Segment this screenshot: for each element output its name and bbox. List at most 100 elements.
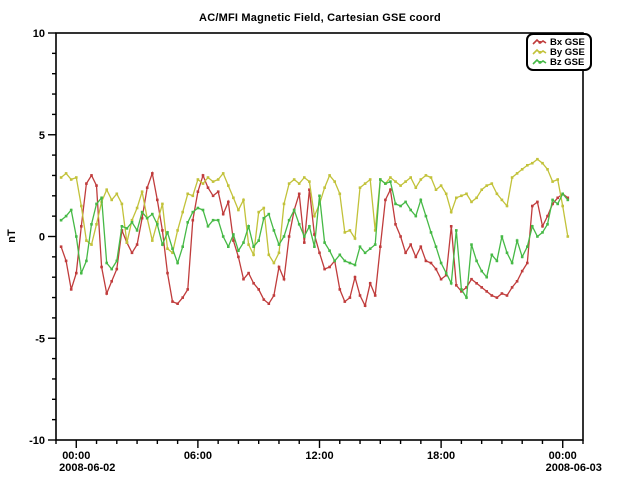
data-point-marker	[100, 266, 103, 269]
data-point-marker	[85, 260, 88, 263]
series-bz-gse	[60, 178, 569, 299]
data-point-marker	[85, 239, 88, 242]
data-point-marker	[323, 268, 326, 271]
y-tick-label: -10	[29, 435, 45, 447]
data-point-marker	[176, 262, 179, 265]
data-point-marker	[344, 231, 347, 234]
data-point-marker	[389, 188, 392, 191]
data-point-marker	[186, 288, 189, 291]
chart-canvas: 1050-5-1000:002008-06-0206:0012:0018:000…	[0, 0, 640, 480]
data-point-marker	[161, 243, 164, 246]
data-point-marker	[227, 245, 230, 248]
data-point-marker	[95, 223, 98, 226]
data-point-marker	[131, 221, 134, 224]
x-date-label: 2008-06-02	[59, 462, 115, 474]
data-point-marker	[60, 245, 63, 248]
data-point-marker	[516, 172, 519, 175]
data-point-marker	[354, 237, 357, 240]
data-point-marker	[379, 245, 382, 248]
data-point-marker	[110, 280, 113, 283]
data-point-marker	[460, 288, 463, 291]
data-point-marker	[105, 292, 108, 295]
data-point-marker	[450, 225, 453, 228]
data-point-marker	[75, 272, 78, 275]
data-point-marker	[308, 180, 311, 183]
data-point-marker	[227, 201, 230, 204]
data-point-marker	[192, 195, 195, 198]
data-point-marker	[303, 176, 306, 179]
data-point-marker	[480, 188, 483, 191]
data-point-marker	[110, 199, 113, 202]
data-point-marker	[278, 266, 281, 269]
data-point-marker	[80, 225, 83, 228]
data-point-marker	[339, 288, 342, 291]
data-point-marker	[110, 268, 113, 271]
data-point-marker	[344, 260, 347, 263]
y-tick-label: 5	[39, 130, 45, 142]
x-date-label: 2008-06-03	[546, 462, 602, 474]
data-point-marker	[141, 211, 144, 214]
data-point-marker	[222, 213, 225, 216]
data-point-marker	[75, 235, 78, 238]
data-point-marker	[409, 209, 412, 212]
data-point-marker	[359, 245, 362, 248]
data-point-marker	[313, 215, 316, 218]
x-tick-label: 00:00	[62, 450, 90, 462]
data-point-marker	[485, 276, 488, 279]
data-point-marker	[303, 241, 306, 244]
data-point-marker	[485, 290, 488, 293]
data-point-marker	[263, 217, 266, 220]
data-point-marker	[430, 176, 433, 179]
data-point-marker	[516, 280, 519, 283]
data-point-marker	[551, 199, 554, 202]
data-point-marker	[60, 176, 63, 179]
y-tick-label: -5	[35, 333, 45, 345]
data-point-marker	[293, 178, 296, 181]
data-point-marker	[389, 180, 392, 183]
data-point-marker	[328, 174, 331, 177]
data-point-marker	[475, 197, 478, 200]
data-point-marker	[318, 252, 321, 255]
data-point-marker	[217, 178, 220, 181]
data-point-marker	[501, 199, 504, 202]
data-point-marker	[247, 243, 250, 246]
data-point-marker	[440, 262, 443, 265]
data-point-marker	[531, 205, 534, 208]
data-point-marker	[404, 252, 407, 255]
data-point-marker	[298, 223, 301, 226]
plot-border	[56, 33, 583, 440]
series-bx-gse	[60, 172, 569, 307]
data-point-marker	[298, 193, 301, 196]
data-point-marker	[166, 272, 169, 275]
data-point-marker	[556, 203, 559, 206]
data-point-marker	[541, 225, 544, 228]
data-point-marker	[197, 178, 200, 181]
data-point-marker	[359, 294, 362, 297]
data-point-marker	[156, 223, 159, 226]
data-point-marker	[105, 262, 108, 265]
data-point-marker	[136, 243, 139, 246]
data-point-marker	[95, 184, 98, 187]
data-point-marker	[339, 193, 342, 196]
data-point-marker	[283, 235, 286, 238]
data-point-marker	[313, 245, 316, 248]
data-point-marker	[222, 235, 225, 238]
data-point-marker	[369, 178, 372, 181]
data-point-marker	[470, 243, 473, 246]
x-tick-label: 00:00	[549, 450, 577, 462]
data-point-marker	[379, 178, 382, 181]
data-point-marker	[359, 186, 362, 189]
data-point-marker	[100, 197, 103, 200]
data-point-marker	[161, 229, 164, 232]
data-point-marker	[202, 182, 205, 185]
data-point-marker	[212, 180, 215, 183]
data-point-marker	[399, 184, 402, 187]
data-point-marker	[394, 223, 397, 226]
data-point-marker	[207, 186, 210, 189]
data-point-marker	[202, 174, 205, 177]
data-point-marker	[141, 190, 144, 193]
data-point-marker	[369, 247, 372, 250]
legend-label-bz: Bz GSE	[550, 57, 584, 68]
data-point-marker	[364, 182, 367, 185]
data-point-marker	[257, 211, 260, 214]
